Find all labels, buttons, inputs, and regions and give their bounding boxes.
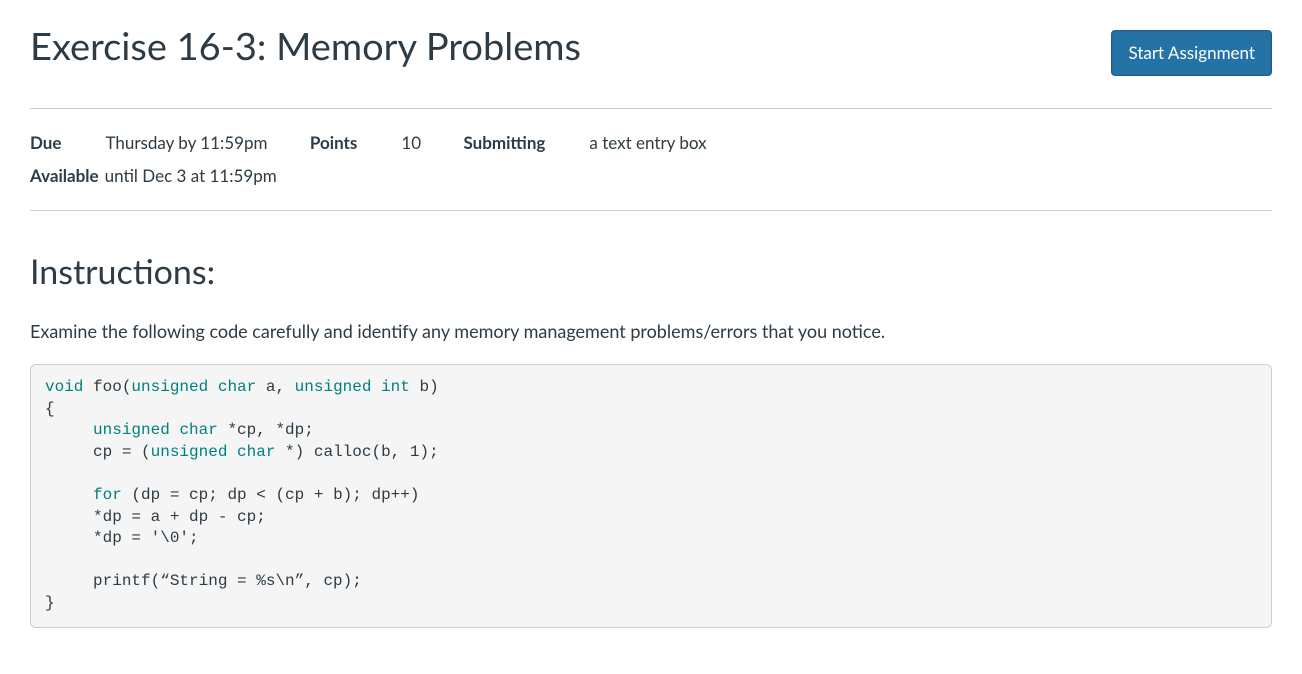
assignment-page: Exercise 16-3: Memory Problems Start Ass… [0, 0, 1302, 652]
meta-row-2: Available until Dec 3 at 11:59pm [30, 160, 1272, 192]
code-text: printf(“String = %s\n”, cp); [45, 572, 362, 590]
code-kw: unsigned [295, 378, 372, 396]
code-kw: for [93, 486, 122, 504]
code-text: foo( [83, 378, 131, 396]
instructions-heading: Instructions: [30, 251, 1272, 292]
code-kw: unsigned [131, 378, 208, 396]
meta-available-value: until Dec 3 at 11:59pm [105, 165, 277, 186]
code-text [45, 486, 93, 504]
header-row: Exercise 16-3: Memory Problems Start Ass… [30, 24, 1272, 76]
divider-bottom [30, 210, 1272, 211]
code-text [371, 378, 381, 396]
code-text: b) [410, 378, 439, 396]
code-kw: void [45, 378, 83, 396]
code-text: { [45, 400, 55, 418]
code-kw: int [381, 378, 410, 396]
instructions-intro: Examine the following code carefully and… [30, 320, 1272, 342]
code-text [45, 421, 93, 439]
code-text: *cp, *dp; [218, 421, 314, 439]
code-kw: char [218, 378, 256, 396]
code-text: *dp = a + dp - cp; [45, 508, 266, 526]
meta-available-label: Available [30, 165, 99, 186]
code-text: (dp = cp; dp < (cp + b); dp++) [122, 486, 420, 504]
meta-points: Points 10 [310, 127, 421, 159]
code-text [208, 378, 218, 396]
assignment-meta: Due Thursday by 11:59pm Points 10 Submitti… [30, 127, 1272, 192]
code-text: *) calloc(b, 1); [275, 443, 438, 461]
meta-submitting-label: Submitting [463, 127, 545, 159]
divider-top [30, 108, 1272, 109]
code-text: } [45, 594, 55, 612]
code-text [227, 443, 237, 461]
code-text: *dp = '\0'; [45, 529, 199, 547]
code-text: a, [256, 378, 294, 396]
code-text [170, 421, 180, 439]
start-assignment-button[interactable]: Start Assignment [1111, 30, 1272, 76]
meta-due-value: Thursday by 11:59pm [105, 127, 267, 159]
meta-row-1: Due Thursday by 11:59pm Points 10 Submitti… [30, 127, 1272, 159]
code-kw: unsigned [93, 421, 170, 439]
code-kw: char [237, 443, 275, 461]
meta-points-value: 10 [401, 127, 421, 159]
meta-points-label: Points [310, 127, 357, 159]
meta-submitting-value: a text entry box [589, 127, 706, 159]
meta-available: Available until Dec 3 at 11:59pm [30, 165, 277, 186]
meta-submitting: Submitting a text entry box [463, 127, 706, 159]
code-kw: unsigned [151, 443, 228, 461]
code-kw: char [179, 421, 217, 439]
meta-due: Due Thursday by 11:59pm [30, 127, 268, 159]
meta-due-label: Due [30, 127, 61, 159]
page-title: Exercise 16-3: Memory Problems [30, 24, 581, 70]
code-text: cp = ( [45, 443, 151, 461]
code-block: void foo(unsigned char a, unsigned int b… [30, 364, 1272, 628]
